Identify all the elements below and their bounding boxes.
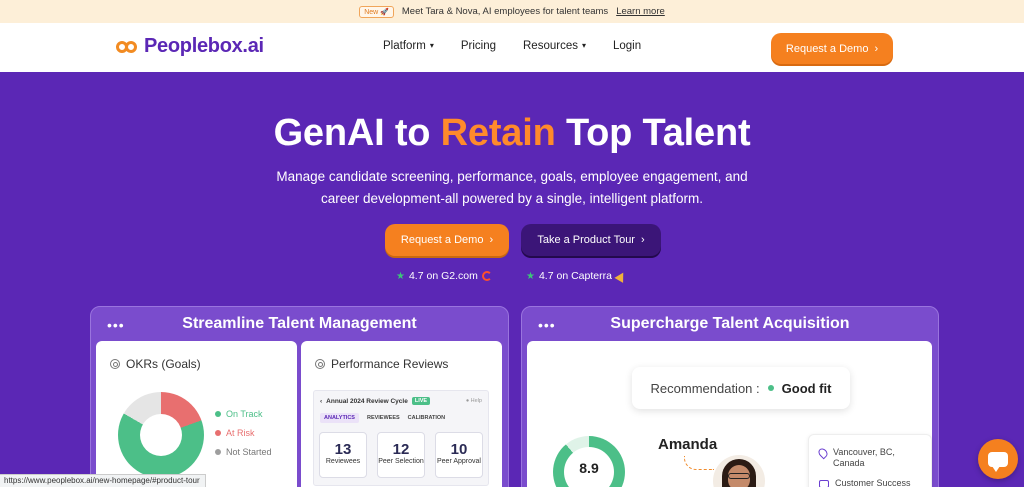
nav-item-platform[interactable]: Platform ▾ [383,40,434,52]
star-icon: ★ [396,270,405,282]
announcement-text: Meet Tara & Nova, AI employees for talen… [401,6,609,17]
button-label: Request a Demo [785,42,869,55]
location-pin-icon [816,446,830,460]
legend-dot [215,449,221,455]
cycle-icon [315,359,325,369]
stat-peer-selection: 12 Peer Selection [377,432,425,478]
role-row: Customer Success [819,478,911,487]
score-value: 8.9 [579,460,599,476]
cycle-name: Annual 2024 Review Cycle [326,397,408,405]
logo[interactable]: Peoplebox.ai [116,35,264,58]
back-chevron-icon: ‹ [320,397,323,405]
product-tour-button[interactable]: Take a Product Tour › [521,224,661,256]
star-icon: ★ [526,270,535,282]
performance-header: Performance Reviews [315,357,448,371]
new-badge: New 🚀 [359,5,394,18]
tab-reviewees[interactable]: REVIEWEES [367,413,400,423]
status-bar-url: https://www.peoplebox.ai/new-homepage/#p… [0,474,206,487]
legend-label: Not Started [226,447,272,457]
recommendation-pill: Recommendation : Good fit [632,367,850,409]
nav-item-label: Platform [383,40,426,52]
stat-number: 10 [450,441,468,458]
location-text: Vancouver, BC, Canada [833,447,895,468]
panel-title: Performance Reviews [331,357,449,371]
title-part: GenAI to [273,112,441,154]
chat-icon [988,451,1008,472]
tab-analytics[interactable]: ANALYTICS [320,413,359,423]
learn-more-link[interactable]: Learn more [616,6,665,17]
tab-calibration[interactable]: CALIBRATION [408,413,445,423]
top-nav: Peoplebox.ai Platform ▾ Pricing Resource… [0,23,1024,72]
title-accent: Retain [440,112,556,154]
stat-label: Peer Selection [378,458,424,465]
rating-label: 4.7 on G2.com [408,270,478,282]
chevron-right-icon: › [874,42,879,55]
nav-item-resources[interactable]: Resources ▾ [523,40,586,52]
live-badge: LIVE [411,397,431,405]
nav-request-demo-button[interactable]: Request a Demo › [771,33,893,64]
recommendation-label: Recommendation : [650,380,760,396]
capterra-logo-icon [614,269,628,283]
nav-menu: Platform ▾ Pricing Resources ▾ Login [383,40,641,52]
stat-peer-approval: 10 Peer Approval [435,432,483,478]
g2-rating: ★ 4.7 on G2.com [396,270,492,282]
card-title: Streamline Talent Management [182,315,417,332]
request-demo-button[interactable]: Request a Demo › [385,224,509,256]
legend-item: At Risk [215,428,272,438]
announcement-bar: New 🚀 Meet Tara & Nova, AI employees for… [0,0,1024,23]
nav-item-label: Login [612,40,642,52]
button-label: Take a Product Tour [537,234,635,246]
stat-number: 13 [334,441,352,458]
nav-item-login[interactable]: Login [613,40,641,52]
legend-item: On Track [215,409,272,419]
legend-item: Not Started [215,447,272,457]
panel-title: OKRs (Goals) [126,357,201,371]
okr-donut-chart [118,392,204,478]
hero-subtitle: Manage candidate screening, performance,… [276,169,748,206]
legend-label: On Track [226,409,263,419]
stat-label: Reviewees [325,458,361,465]
target-icon [110,359,120,369]
okr-legend: On Track At Risk Not Started [215,409,272,466]
chevron-right-icon: › [640,234,645,246]
logo-text: Peoplebox.ai [144,35,264,57]
dashed-arrow-icon [684,456,714,470]
rating-label: 4.7 on Capterra [538,270,612,282]
legend-dot [215,411,221,417]
location-row: Vancouver, BC, Canada [816,446,915,469]
recommendation-value: Good fit [781,380,832,396]
candidate-name: Amanda [658,436,718,453]
status-dot [767,385,774,391]
chevron-right-icon: › [489,234,494,246]
review-cycle-header: ‹ Annual 2024 Review Cycle LIVE [320,397,431,405]
nav-item-label: Resources [523,40,578,52]
chevron-down-icon: ▾ [429,40,434,50]
help-link[interactable]: ● Help [466,398,482,404]
stat-number: 12 [392,441,410,458]
hero-title: GenAI to Retain Top Talent [0,112,1024,155]
stat-label: Peer Approval [437,458,481,465]
button-label: Request a Demo [400,234,484,246]
chat-button[interactable] [978,439,1018,479]
review-tabs: ANALYTICS REVIEWEES CALIBRATION [320,413,445,423]
g2-logo-icon [481,271,492,281]
nav-item-pricing[interactable]: Pricing [461,40,496,52]
nav-item-label: Pricing [460,40,496,52]
logo-mark-icon [116,36,138,58]
capterra-rating: ★ 4.7 on Capterra [526,269,628,283]
stat-reviewees: 13 Reviewees [319,432,367,478]
role-text: Customer Success [835,478,911,487]
legend-dot [215,430,221,436]
briefcase-icon [819,480,829,487]
title-part: Top Talent [555,112,751,154]
card-title: Supercharge Talent Acquisition [610,315,850,332]
okr-header: OKRs (Goals) [110,357,201,371]
candidate-info-card: Vancouver, BC, Canada Customer Success [808,434,932,487]
legend-label: At Risk [226,428,255,438]
chevron-down-icon: ▾ [581,40,586,50]
